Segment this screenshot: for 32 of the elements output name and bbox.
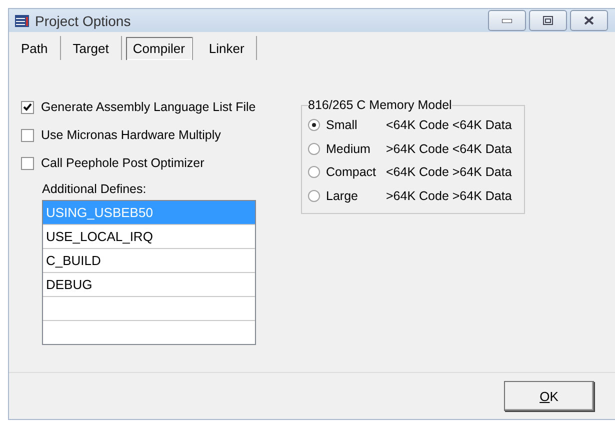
- list-label: Additional Defines:: [42, 182, 148, 196]
- close-icon: [584, 16, 594, 25]
- radio-description: >64K Code >64K Data: [386, 189, 512, 204]
- tab[interactable]: Linker: [196, 36, 258, 60]
- tab[interactable]: Compiler: [126, 37, 193, 60]
- group-title: 816/265 C Memory Model: [308, 98, 452, 112]
- radio-label: Large: [326, 189, 359, 204]
- minimize-icon: [502, 18, 512, 22]
- radio-label: Small: [326, 118, 358, 132]
- checkbox[interactable]: [21, 100, 34, 114]
- window-title: Project Options: [35, 12, 132, 28]
- radio-label: Compact: [326, 165, 378, 180]
- checkbox[interactable]: [21, 156, 34, 170]
- tab[interactable]: Target: [60, 36, 122, 60]
- radio-button[interactable]: [308, 190, 320, 202]
- radio-description: <64K Code <64K Data: [386, 118, 512, 132]
- maximize-button[interactable]: [529, 10, 567, 31]
- app-icon: [15, 14, 29, 26]
- close-button[interactable]: [570, 10, 608, 31]
- checkbox-label: Call Peephole Post Optimizer: [41, 156, 204, 170]
- tab[interactable]: Path: [9, 36, 61, 60]
- checkbox-label: Use Micronas Hardware Multiply: [41, 128, 221, 142]
- radio-description: >64K Code <64K Data: [386, 142, 512, 156]
- checkbox-label: Generate Assembly Language List File: [41, 100, 256, 114]
- radio-button[interactable]: [308, 118, 320, 131]
- maximize-icon: [543, 16, 553, 25]
- radio-button[interactable]: [308, 142, 320, 155]
- radio-description: <64K Code >64K Data: [386, 165, 512, 180]
- radio-button[interactable]: [308, 166, 320, 178]
- ok-button[interactable]: OK: [504, 381, 594, 411]
- checkbox[interactable]: [21, 128, 34, 142]
- radio-label: Medium: [326, 142, 372, 156]
